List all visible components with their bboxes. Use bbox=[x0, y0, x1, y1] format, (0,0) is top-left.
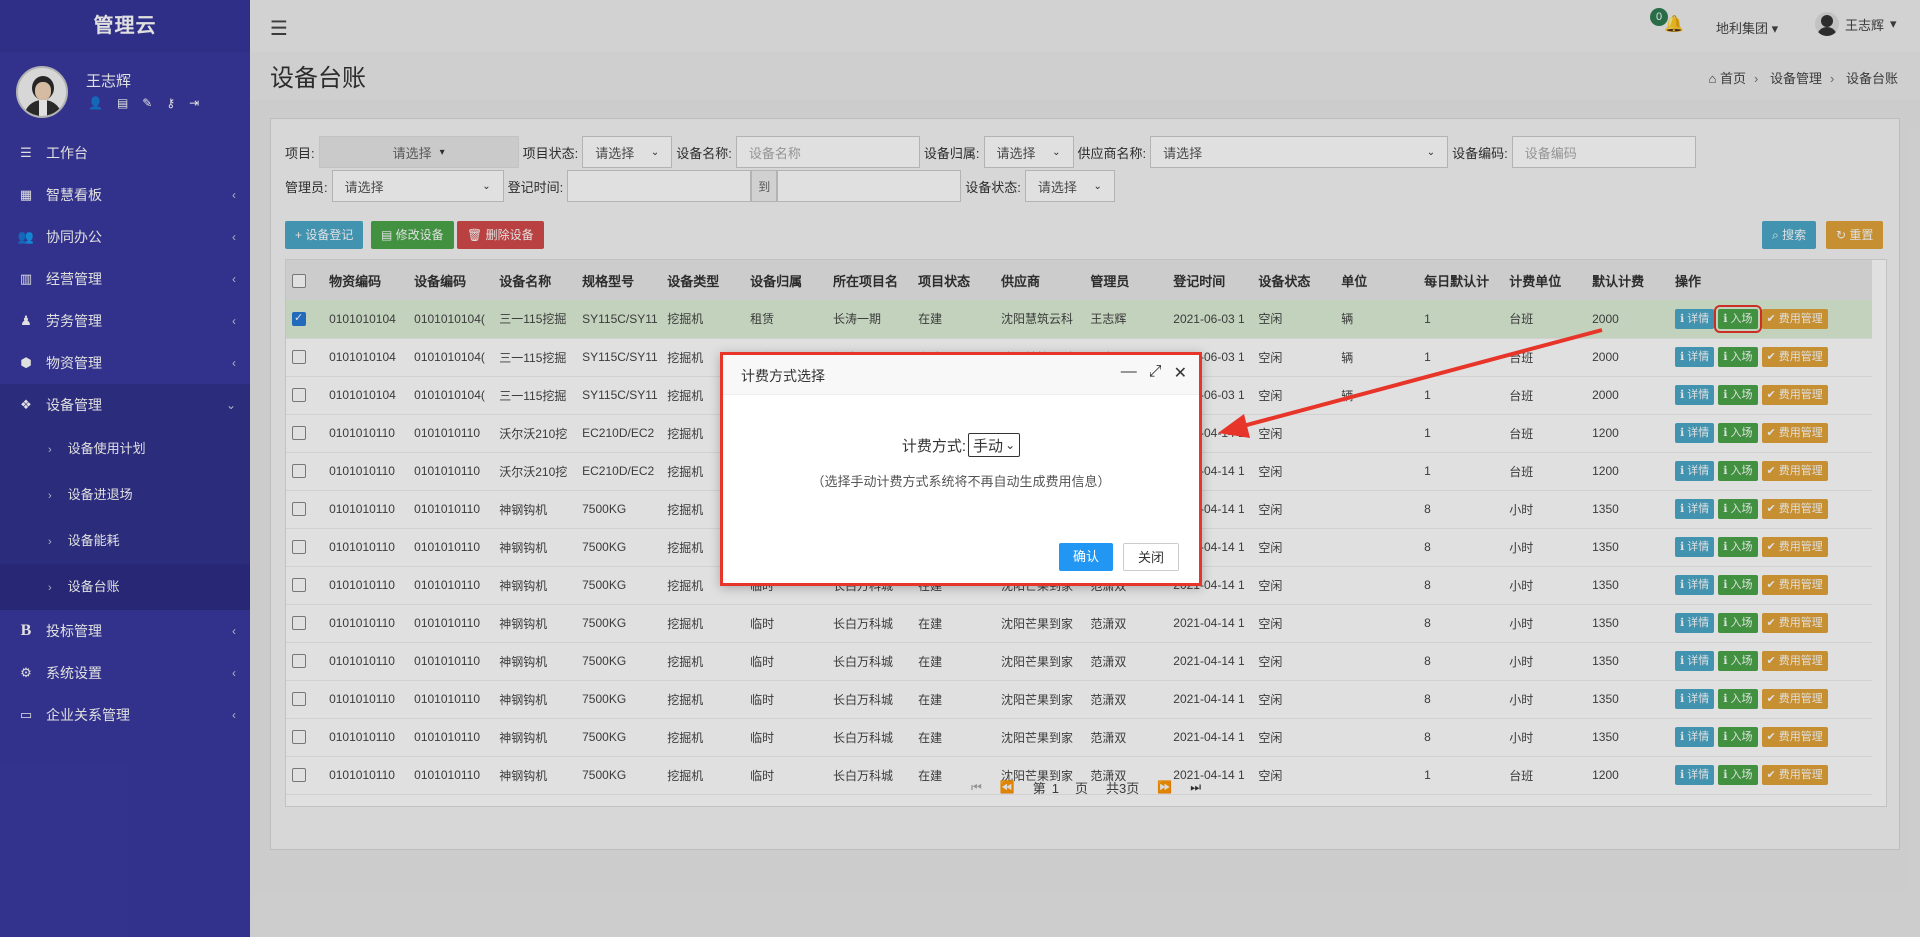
billing-method-dialog: 计费方式选择 — ⤢ ✕ 计费方式: 手动 ⌄ （选择手动计费方式系统将不再自动生… bbox=[720, 352, 1202, 586]
minimize-icon[interactable]: — bbox=[1121, 363, 1137, 383]
billing-note: （选择手动计费方式系统将不再自动生成费用信息） bbox=[811, 474, 1111, 489]
close-icon[interactable]: ✕ bbox=[1174, 363, 1187, 383]
maximize-icon[interactable]: ⤢ bbox=[1149, 363, 1162, 383]
billing-method-label: 计费方式: bbox=[901, 437, 967, 455]
billing-method-select[interactable]: 手动 ⌄ bbox=[968, 433, 1021, 457]
dialog-tools: — ⤢ ✕ bbox=[1121, 363, 1187, 383]
chevron-down-icon: ⌄ bbox=[1005, 438, 1016, 452]
dialog-body: 计费方式: 手动 ⌄ （选择手动计费方式系统将不再自动生成费用信息） bbox=[723, 395, 1199, 490]
billing-method-row: 计费方式: 手动 ⌄ bbox=[723, 433, 1199, 457]
dialog-header: 计费方式选择 — ⤢ ✕ bbox=[723, 355, 1199, 395]
confirm-button[interactable]: 确认 bbox=[1058, 543, 1113, 571]
dialog-footer: 确认 关闭 bbox=[1058, 543, 1179, 571]
dialog-title: 计费方式选择 bbox=[741, 368, 825, 384]
close-button[interactable]: 关闭 bbox=[1122, 543, 1179, 571]
